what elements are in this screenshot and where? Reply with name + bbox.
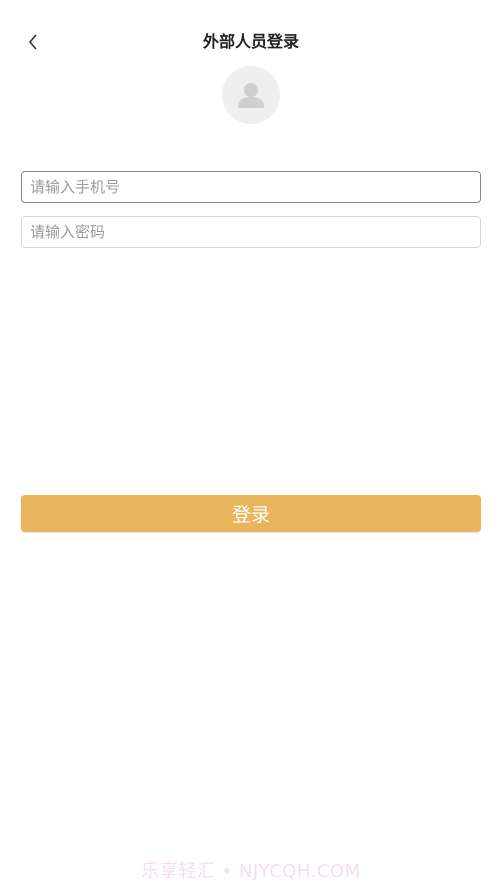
user-avatar-icon	[238, 83, 264, 108]
phone-input[interactable]	[21, 171, 481, 203]
watermark: 乐享轻汇 • NJYCQH.COM	[141, 861, 361, 882]
password-input[interactable]	[21, 216, 481, 248]
login-button[interactable]: 登录	[21, 495, 481, 532]
avatar	[222, 66, 280, 124]
page-title: 外部人员登录	[202, 32, 299, 51]
